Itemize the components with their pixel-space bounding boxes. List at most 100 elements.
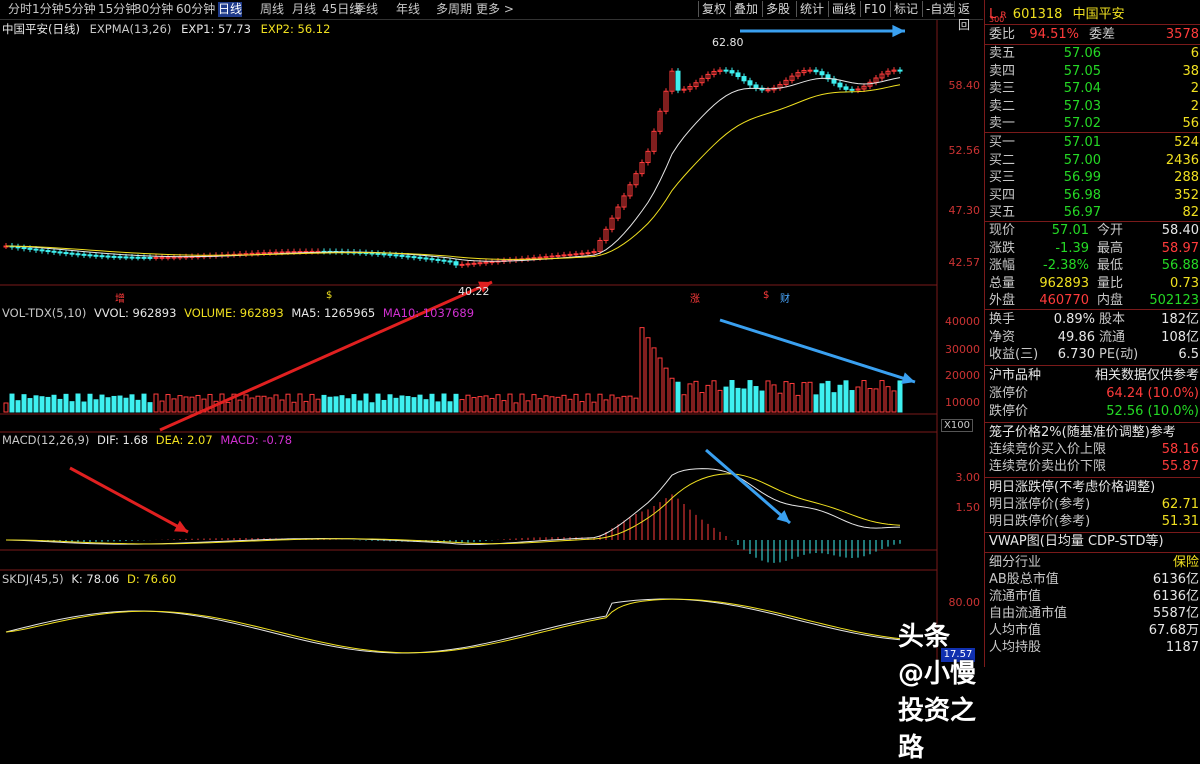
event-marker[interactable]: $ xyxy=(326,290,332,301)
level-price: 57.02 xyxy=(1063,116,1101,131)
event-marker[interactable]: 财 xyxy=(780,290,790,305)
period-tab[interactable]: 5分钟 xyxy=(64,2,96,17)
order-level[interactable]: 买五 56.97 82 xyxy=(989,204,1199,221)
quote-label: 涨幅 xyxy=(989,258,1016,273)
event-marker[interactable]: 涨 xyxy=(690,290,700,305)
period-tab[interactable]: 年线 xyxy=(396,2,420,17)
period-tab[interactable]: 60分钟 xyxy=(176,2,215,17)
volume-bar xyxy=(81,401,87,413)
toolbar-button[interactable]: 返回 xyxy=(954,1,983,32)
toolbar-button[interactable]: 标记 xyxy=(890,1,921,17)
exp2-value: EXP2: 56.12 xyxy=(260,22,331,36)
period-tab[interactable]: 月线 xyxy=(292,2,316,17)
period-tab[interactable]: 季线 xyxy=(354,2,378,17)
quote-label: 量比 xyxy=(1097,275,1124,291)
order-level[interactable]: 买一 57.01 524 xyxy=(989,134,1199,151)
toolbar-button[interactable]: 统计 xyxy=(796,1,827,17)
period-tab[interactable]: 1分钟 xyxy=(32,2,64,17)
volume-bar xyxy=(519,393,525,413)
ma5-value: MA5: 1265965 xyxy=(291,306,376,320)
volume-bar xyxy=(9,393,15,413)
volume-bar xyxy=(561,394,567,413)
volume-bar xyxy=(801,382,807,413)
order-level[interactable]: 买三 56.99 288 xyxy=(989,169,1199,186)
volume-bar xyxy=(399,395,405,413)
toolbar-button[interactable]: 复权 xyxy=(698,1,729,17)
volume-bar xyxy=(273,394,279,413)
order-level[interactable]: 买二 57.00 2436 xyxy=(989,152,1199,169)
fund-value: 6.5 xyxy=(1178,347,1199,362)
volume-bar xyxy=(63,393,69,413)
period-tab[interactable]: 分时 xyxy=(8,2,32,17)
toolbar-button[interactable]: 叠加 xyxy=(730,1,761,17)
candle-body xyxy=(117,256,123,259)
fund-label: 换手 xyxy=(989,312,1016,327)
volume-bar xyxy=(777,392,783,413)
period-tab[interactable]: 周线 xyxy=(260,2,284,17)
period-tab[interactable]: 30分钟 xyxy=(134,2,173,17)
volume-bar xyxy=(147,402,153,413)
candle-body xyxy=(897,69,903,72)
order-level[interactable]: 卖一 57.02 56 xyxy=(989,115,1199,132)
vwap-label[interactable]: VWAP图(日均量 CDP-STD等) xyxy=(989,533,1164,550)
limit-down-value: 52.56 (10.0%) xyxy=(1106,404,1199,419)
weicha-label: 委差 xyxy=(1089,27,1116,42)
event-marker[interactable]: 增 xyxy=(115,290,125,305)
volume-bar xyxy=(423,399,429,413)
volume-bar xyxy=(651,347,657,413)
order-level[interactable]: 卖二 57.03 2 xyxy=(989,98,1199,115)
chart-area[interactable]: 中国平安(日线) EXPMA(13,26) EXP1: 57.73 EXP2: … xyxy=(0,20,983,763)
vwap-row[interactable]: VWAP图(日均量 CDP-STD等) xyxy=(989,533,1199,550)
quote-row: 外盘 460770 内盘 502123 xyxy=(989,292,1199,309)
market-row: 沪市品种 相关数据仅供参考 xyxy=(989,367,1199,384)
avg-cap-value: 67.68万 xyxy=(1148,623,1199,638)
limit-up-label: 涨停价 xyxy=(989,386,1029,401)
order-level[interactable]: 卖五 57.06 6 xyxy=(989,45,1199,62)
period-tab[interactable]: 15分钟 xyxy=(98,2,137,17)
candle-body xyxy=(141,256,147,259)
candle-body xyxy=(381,253,387,256)
level-label: 买二 xyxy=(989,152,1016,168)
volume-bar xyxy=(831,392,837,413)
cage-label: 笼子价格2%(随基准价调整)参考 xyxy=(989,425,1176,440)
volume-bar xyxy=(453,393,459,413)
stock-code[interactable]: 601318 xyxy=(1013,7,1063,22)
fund-value: 0.89% xyxy=(1053,312,1095,327)
volume-bar xyxy=(57,398,63,413)
order-level[interactable]: 卖四 57.05 38 xyxy=(989,63,1199,80)
candle-body xyxy=(429,258,435,261)
period-tab[interactable]: 日线 xyxy=(218,2,243,17)
y-tick-label: 47.30 xyxy=(948,204,981,217)
candle-body xyxy=(51,250,57,253)
chart-canvas[interactable] xyxy=(0,20,983,667)
candle-body xyxy=(819,71,825,76)
volume-bar xyxy=(813,394,819,413)
toolbar-button[interactable]: -自选 xyxy=(922,1,957,17)
volume-bar xyxy=(741,388,747,413)
toolbar-button[interactable]: 多股 xyxy=(762,1,793,17)
volume-bar xyxy=(807,381,813,413)
period-tab[interactable]: 多周期 xyxy=(436,2,472,17)
candle-body xyxy=(45,250,51,253)
quote-row: 涨幅 -2.38% 最低 56.88 xyxy=(989,257,1199,274)
order-level[interactable]: 卖三 57.04 2 xyxy=(989,80,1199,97)
quote-value: 58.40 xyxy=(1161,223,1199,238)
k-value: K: 78.06 xyxy=(71,572,120,586)
volume-bar xyxy=(105,397,111,413)
level-price: 57.00 xyxy=(1063,152,1101,168)
vol-panel-title: VOL-TDX(5,10) VVOL: 962893 VOLUME: 96289… xyxy=(2,306,474,320)
candle-body xyxy=(255,252,261,255)
candle-body xyxy=(549,255,555,258)
quote-label: 今开 xyxy=(1097,223,1124,238)
event-marker[interactable]: $ xyxy=(763,290,769,301)
candle-body xyxy=(159,256,165,259)
candle-body xyxy=(465,263,471,266)
exp1-line xyxy=(5,77,901,262)
weicha-value: 3578 xyxy=(1165,27,1199,42)
toolbar-button[interactable]: 画线 xyxy=(828,1,859,17)
period-tab[interactable]: 更多 > xyxy=(476,2,514,17)
volume-bar xyxy=(729,380,735,413)
order-level[interactable]: 买四 56.98 352 xyxy=(989,187,1199,204)
stock-name[interactable]: 中国平安 xyxy=(1073,7,1125,22)
toolbar-button[interactable]: F10 xyxy=(860,1,889,17)
